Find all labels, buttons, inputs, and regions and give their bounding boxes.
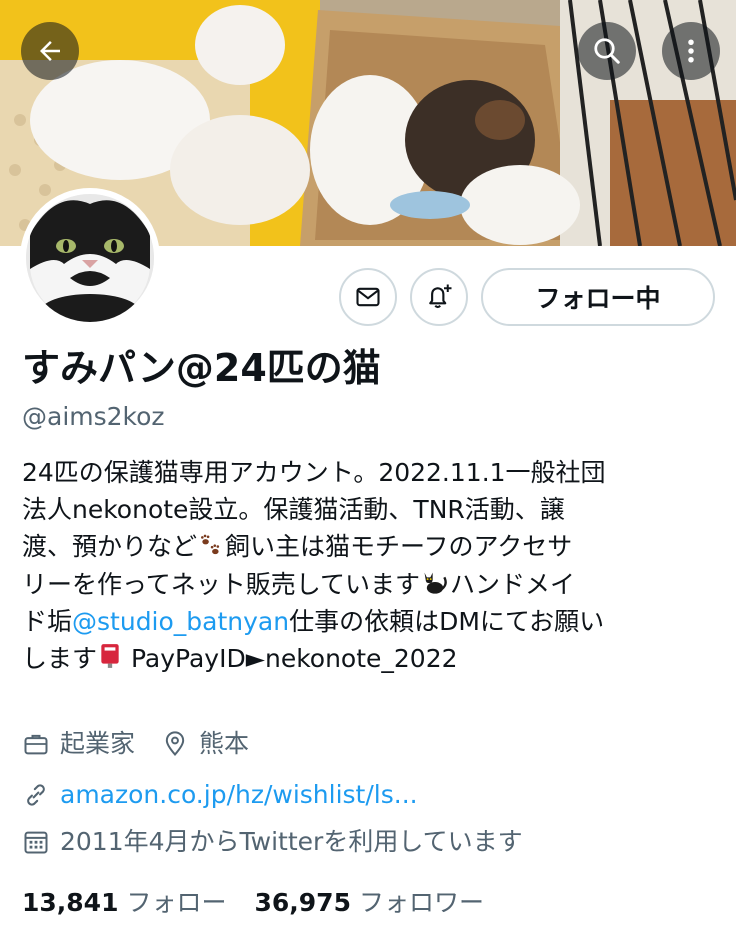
more-options-button[interactable] [662,22,720,80]
followers-stat[interactable]: 36,975 フォロワー [255,886,485,920]
bio-text: 仕事の依頼はDMにてお願い [289,606,605,636]
location-pin-icon [165,731,185,757]
website-row: amazon.co.jp/hz/wishlist/ls... [22,778,418,812]
briefcase-icon [24,734,48,755]
profile-bio: 24匹の保護猫専用アカウント。2022.11.1一般社団 法人nekonote設… [22,454,722,677]
bio-text: 渡、預かりなど [22,532,198,562]
followers-count: 36,975 [254,888,351,917]
paw-prints-icon [201,534,220,555]
arrow-left-icon [40,41,60,61]
joined-row: 2011年4月からTwitterを利用しています [22,825,523,859]
message-button[interactable] [339,268,397,326]
followers-label: フォロワー [358,888,484,917]
bell-plus-icon [429,284,452,309]
mention-link[interactable]: @studio_batnyan [72,607,289,636]
user-handle: @aims2koz [22,402,165,431]
website-link[interactable]: amazon.co.jp/hz/wishlist/ls... [60,778,418,812]
link-icon [27,784,45,806]
location-text: 熊本 [199,729,250,758]
bio-text: ド垢 [22,606,73,636]
profile-avatar[interactable] [20,188,160,328]
bio-line: 渡、預かりなど 飼い主は猫モチーフのアクセサ [22,528,722,565]
profession-text: 起業家 [60,729,136,758]
avatar-image [26,194,154,322]
bio-text: 飼い主は猫モチーフのアクセサ [225,532,573,562]
bio-text: ハンドメイ [450,569,576,599]
black-cat-icon [424,572,447,594]
display-name: すみパン@24匹の猫 [22,346,381,390]
search-icon [594,38,620,64]
bio-line: リーを作ってネット販売しています ハンドメイ [22,566,722,603]
search-button[interactable] [578,22,636,80]
following-stat[interactable]: 13,841 フォロー [22,886,227,920]
bio-text: リーを作ってネット販売しています [22,569,421,599]
postbox-icon [101,644,119,668]
following-count: 13,841 [22,888,119,917]
bio-line: します PayPayID►nekonote_2022 [22,640,722,677]
mail-icon [356,287,380,307]
bio-text: PayPayID [130,643,246,673]
bio-line: 24匹の保護猫専用アカウント。2022.11.1一般社団 [22,458,606,487]
back-button[interactable] [21,22,79,80]
following-button[interactable]: フォロー中 [481,268,715,326]
bio-line: ド垢@studio_batnyan仕事の依頼はDMにてお願い [22,603,722,640]
following-label: フォロー [126,888,227,917]
joined-date-text: 2011年4月からTwitterを利用しています [60,827,523,856]
calendar-icon [24,831,48,854]
bio-text: nekonote_2022 [264,643,458,673]
notifications-button[interactable] [410,268,468,326]
profile-meta-row: 起業家 熊本 [22,727,249,761]
more-vertical-icon [688,39,694,63]
triangle-icon: ► [245,643,265,673]
bio-text: します [22,643,98,673]
bio-line: 法人nekonote設立。保護猫活動、TNR活動、譲 [22,495,565,525]
follow-stats: 13,841 フォロー 36,975 フォロワー [22,886,484,920]
